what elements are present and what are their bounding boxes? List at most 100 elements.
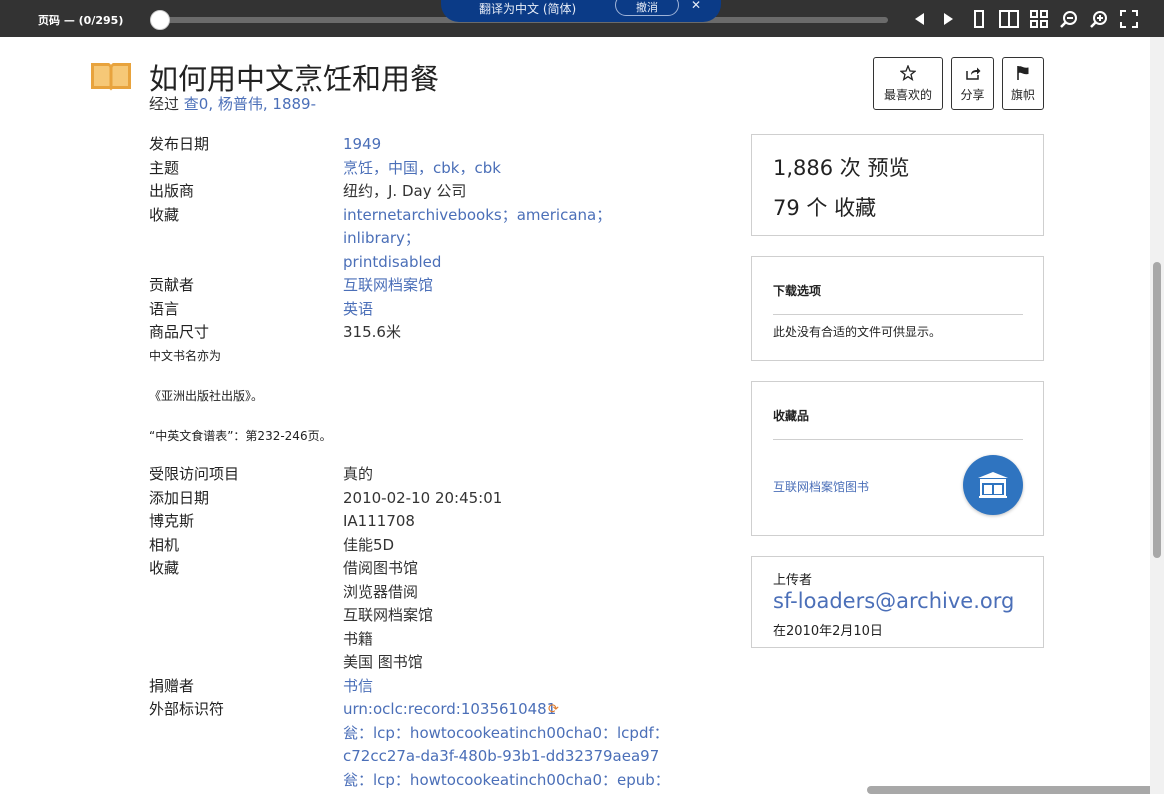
collection-link[interactable]: 互联网档案馆图书 — [773, 478, 869, 495]
upload-date: 在2010年2月10日 — [773, 624, 883, 639]
metadata-value: 美国 图书馆 — [343, 653, 423, 671]
metadata-row: printdisabled — [149, 251, 683, 275]
page-slider-handle[interactable] — [150, 10, 170, 30]
metadata-value-link[interactable]: 书信 — [343, 675, 683, 699]
metadata-key — [149, 769, 343, 793]
favorite-count: 79 个 收藏 — [773, 196, 877, 220]
metadata-key: 商品尺寸 — [149, 323, 210, 341]
flag-label: 旗帜 — [1010, 87, 1035, 102]
metadata-row: 相机 佳能5D — [149, 534, 683, 558]
metadata-key — [149, 722, 343, 746]
next-icon[interactable] — [934, 8, 964, 30]
translate-close-icon[interactable]: ✕ — [691, 0, 701, 12]
reader-toolbar: 页码 — (0/295) 翻译为中文 (简体) 撤消 ✕ — [0, 0, 1164, 37]
metadata-key: 外部标识符 — [149, 700, 225, 718]
metadata-key: 博克斯 — [149, 512, 195, 530]
collection-logo[interactable] — [963, 455, 1023, 515]
metadata-value: 纽约，J. Day 公司 — [343, 182, 467, 200]
vertical-scrollbar[interactable] — [1150, 37, 1164, 794]
metadata-value: 浏览器借阅 — [343, 582, 419, 601]
metadata-row: 捐赠者 书信 — [149, 675, 683, 699]
metadata-row: 贡献者 互联网档案馆 — [149, 274, 683, 298]
metadata-value-link[interactable]: printdisabled — [343, 251, 683, 275]
metadata-row: 美国 图书馆 — [149, 651, 683, 675]
metadata-key — [149, 628, 343, 652]
share-icon — [965, 65, 981, 81]
download-empty-text: 此处没有合适的文件可供显示。 — [773, 325, 942, 339]
metadata-row: c72cc27a-da3f-480b-93b1-dd32379aea97 — [149, 745, 683, 769]
metadata-value: 互联网档案馆 — [343, 606, 434, 624]
metadata-value-link[interactable]: 英语 — [343, 298, 683, 322]
share-label: 分享 — [960, 87, 985, 102]
metadata-value-link[interactable]: 烹饪，中国，cbk，cbk — [343, 157, 683, 181]
description-line: “中英文食谱表”：第232-246页。 — [149, 429, 332, 443]
uploader-email-link[interactable]: sf-loaders@archive.org — [773, 589, 1014, 613]
metadata-value-link[interactable]: 1949 — [343, 133, 683, 157]
translate-undo-button[interactable]: 撤消 — [615, 0, 679, 16]
metadata-value: 借阅图书馆 — [343, 559, 419, 577]
by-label: 经过 — [149, 95, 180, 113]
metadata-row: 博克斯 IA111708 — [149, 510, 683, 534]
metadata-row: 收藏 internetarchivebooks；americana；inlibra… — [149, 204, 683, 251]
divider — [773, 314, 1023, 315]
collections-heading: 收藏品 — [773, 409, 810, 423]
metadata-row: 出版商 纽约，J. Day 公司 — [149, 180, 683, 204]
flag-button[interactable]: 旗帜 — [1002, 57, 1044, 110]
description-line: 《亚洲出版社出版》。 — [149, 389, 264, 403]
divider — [773, 439, 1023, 440]
zoom-in-icon[interactable] — [1084, 8, 1114, 30]
download-heading: 下载选项 — [773, 284, 822, 298]
scrollbar-thumb[interactable] — [1153, 262, 1161, 558]
fullscreen-icon[interactable] — [1114, 8, 1144, 30]
metadata-row: 外部标识符 urn:oclc:record:1035610481 ⟳ — [149, 698, 683, 722]
metadata-value-link[interactable]: urn:oclc:record:1035610481 — [343, 698, 683, 722]
metadata-row: 浏览器借阅 — [149, 581, 683, 605]
metadata-row: 商品尺寸 315.6米 — [149, 321, 683, 345]
favorite-button[interactable]: 最喜欢的 — [873, 57, 943, 110]
uploader-box: 上传者 sf-loaders@archive.org 在2010年2月10日 — [751, 556, 1044, 648]
metadata-key: 贡献者 — [149, 276, 195, 294]
metadata-row: 瓮：lcp：howtocookeatinch00cha0：epub： — [149, 769, 683, 793]
metadata-value-link[interactable]: 瓮：lcp：howtocookeatinch00cha0：lcpdf： — [343, 722, 683, 746]
metadata-value: 书籍 — [343, 629, 374, 648]
uploader-label: 上传者 — [773, 573, 813, 588]
prev-icon[interactable] — [904, 8, 934, 30]
metadata-value: 真的 — [343, 465, 374, 483]
toolbar-icons — [904, 8, 1144, 30]
metadata-key: 捐赠者 — [149, 676, 195, 695]
metadata-row: 主题 烹饪，中国，cbk，cbk — [149, 157, 683, 181]
metadata-key — [149, 651, 343, 675]
two-page-icon[interactable] — [994, 8, 1024, 30]
metadata-row: 收藏 借阅图书馆 — [149, 557, 683, 581]
metadata-key — [149, 581, 343, 605]
metadata-row: 语言 英语 — [149, 298, 683, 322]
metadata-value: IA111708 — [343, 512, 415, 530]
metadata-key: 收藏 — [149, 559, 180, 577]
book-title: 如何用中文烹饪和用餐 — [149, 62, 440, 96]
refresh-icon[interactable]: ⟳ — [548, 698, 559, 722]
metadata-value-link[interactable]: c72cc27a-da3f-480b-93b1-dd32379aea97 — [343, 745, 683, 769]
metadata-value-link[interactable]: 瓮：lcp：howtocookeatinch00cha0：epub： — [343, 769, 683, 793]
metadata-list-extended: 受限访问项目 真的 添加日期 2010-02-10 20:45:01 博克斯 IA1117… — [149, 463, 683, 792]
archive-building-icon — [978, 472, 1008, 498]
metadata-key: 收藏 — [149, 205, 180, 224]
metadata-key: 语言 — [149, 299, 180, 318]
metadata-list: 发布日期 1949 主题 烹饪，中国，cbk，cbk 出版商 纽约，J. Day 公司 收藏… — [149, 133, 683, 345]
zoom-out-icon[interactable] — [1054, 8, 1084, 30]
share-button[interactable]: 分享 — [951, 57, 994, 110]
horizontal-scrollbar-thumb[interactable] — [867, 786, 1150, 794]
star-icon — [900, 64, 916, 81]
translate-banner: 翻译为中文 (简体) 撤消 ✕ — [441, 0, 721, 22]
one-page-icon[interactable] — [964, 8, 994, 30]
metadata-value: 315.6米 — [343, 323, 401, 341]
thumbnail-icon[interactable] — [1024, 8, 1054, 30]
metadata-key — [149, 745, 343, 769]
author-link[interactable]: 查0, 杨普伟, 1889- — [184, 95, 316, 113]
page-indicator: 页码 — (0/295) — [38, 14, 124, 27]
book-icon — [89, 59, 133, 97]
metadata-row: 受限访问项目 真的 — [149, 463, 683, 487]
metadata-value-link[interactable]: 互联网档案馆 — [343, 274, 683, 298]
metadata-key: 相机 — [149, 535, 180, 554]
metadata-value-link[interactable]: internetarchivebooks；americana；inlibrary… — [343, 204, 683, 251]
metadata-key: 主题 — [149, 158, 180, 177]
